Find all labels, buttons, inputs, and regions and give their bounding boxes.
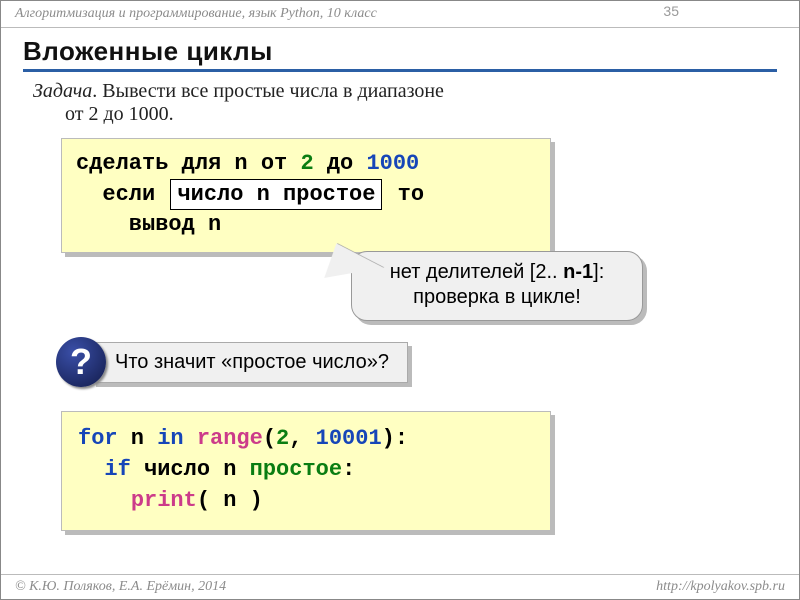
task-line2: от 2 до 1000. — [33, 103, 777, 126]
question-box: Что значит «простое число»? — [92, 342, 408, 383]
task-line1: . Вывести все простые числа в диапазоне — [92, 80, 444, 102]
code-line-2: if число n простое: — [78, 455, 534, 486]
callout-line-2: проверка в цикле! — [364, 285, 630, 310]
slide-footer: © К.Ю. Поляков, Е.А. Ерёмин, 2014 http:/… — [1, 574, 799, 599]
page-number: 35 — [663, 3, 679, 19]
python-code-box: for n in range(2, 10001): if число n про… — [61, 411, 551, 531]
question-row: ? Что значит «простое число»? — [56, 337, 408, 387]
question-badge: ? — [56, 337, 106, 387]
slide-header: Алгоритмизация и программирование, язык … — [1, 1, 799, 27]
pseudo-line-1: сделать для n от 2 до 1000 — [76, 149, 536, 179]
footer-url: http://kpolyakov.spb.ru — [656, 579, 785, 595]
pseudocode-box: сделать для n от 2 до 1000 если число n … — [61, 138, 551, 253]
slide-title: Вложенные циклы — [23, 36, 777, 67]
question-mark-icon: ? — [70, 341, 92, 383]
code-line-1: for n in range(2, 10001): — [78, 424, 534, 455]
pseudo-line-2: если число n простое то — [76, 179, 536, 211]
callout-box: нет делителей [2.. n-1]: проверка в цикл… — [351, 251, 643, 321]
callout-line-1: нет делителей [2.. n-1]: — [364, 260, 630, 285]
footer-copyright: © К.Ю. Поляков, Е.А. Ерёмин, 2014 — [15, 579, 226, 595]
task-text: Задача. Вывести все простые числа в диап… — [1, 74, 799, 126]
header-subject: Алгоритмизация и программирование, язык … — [15, 6, 377, 22]
task-label: Задача — [33, 80, 92, 102]
pseudo-line-3: вывод n — [76, 210, 536, 240]
title-underline — [23, 69, 777, 72]
title-section: Вложенные циклы — [1, 28, 799, 74]
code-line-3: print( n ) — [78, 486, 534, 517]
inline-condition-box: число n простое — [170, 179, 382, 211]
